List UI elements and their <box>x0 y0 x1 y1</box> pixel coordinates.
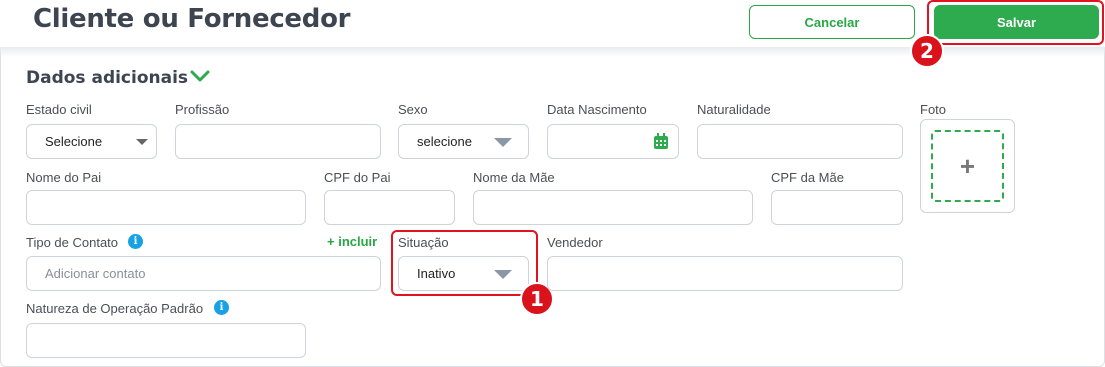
cpf-mae-field[interactable] <box>771 190 903 225</box>
page-title: Cliente ou Fornecedor <box>33 4 351 34</box>
data-nascimento-field[interactable] <box>547 124 679 159</box>
add-contact-link[interactable]: + incluir <box>327 234 377 249</box>
profissao-label: Profissão <box>175 102 230 117</box>
estado-civil-label: Estado civil <box>26 102 92 117</box>
step-badge-2: 2 <box>910 34 944 68</box>
natureza-operacao-field[interactable] <box>26 323 306 358</box>
vendedor-label: Vendedor <box>547 235 603 250</box>
caret-down-icon <box>494 138 512 147</box>
tipo-contato-field[interactable]: Adicionar contato <box>26 256 381 291</box>
vendedor-field[interactable] <box>547 256 903 291</box>
tipo-contato-placeholder: Adicionar contato <box>45 266 146 281</box>
plus-icon[interactable]: + <box>931 130 1004 202</box>
caret-down-icon <box>136 139 148 145</box>
estado-civil-select[interactable]: Selecione <box>26 124 157 159</box>
sexo-label: Sexo <box>398 102 428 117</box>
sexo-value: selecione <box>417 134 472 149</box>
chevron-down-icon[interactable] <box>188 68 212 86</box>
photo-upload-box: + <box>920 119 1015 213</box>
foto-label: Foto <box>920 102 947 117</box>
caret-down-icon <box>494 270 512 279</box>
profissao-field[interactable] <box>175 124 381 159</box>
sexo-select[interactable]: selecione <box>398 124 529 159</box>
naturalidade-field[interactable] <box>697 124 903 159</box>
estado-civil-value: Selecione <box>45 134 103 149</box>
cpf-mae-label: CPF da Mãe <box>771 170 844 185</box>
situacao-select[interactable]: Inativo <box>398 256 529 291</box>
info-icon[interactable]: i <box>128 234 143 249</box>
situacao-label: Situação <box>398 235 449 250</box>
tipo-contato-label: Tipo de Contato <box>26 235 119 250</box>
cpf-pai-label: CPF do Pai <box>324 170 391 185</box>
section-title: Dados adicionais <box>26 68 189 88</box>
cpf-pai-field[interactable] <box>324 190 455 225</box>
save-button[interactable]: Salvar <box>934 5 1099 39</box>
info-icon[interactable]: i <box>214 300 229 315</box>
nome-pai-label: Nome do Pai <box>26 170 102 185</box>
nome-pai-field[interactable] <box>26 190 306 225</box>
natureza-operacao-label: Natureza de Operação Padrão <box>26 301 204 316</box>
situacao-value: Inativo <box>417 266 456 281</box>
naturalidade-label: Naturalidade <box>697 102 771 117</box>
calendar-icon[interactable] <box>653 133 669 150</box>
data-nascimento-label: Data Nascimento <box>547 102 647 117</box>
cancel-button[interactable]: Cancelar <box>749 5 915 39</box>
nome-mae-field[interactable] <box>473 190 753 225</box>
nome-mae-label: Nome da Mãe <box>473 170 555 185</box>
